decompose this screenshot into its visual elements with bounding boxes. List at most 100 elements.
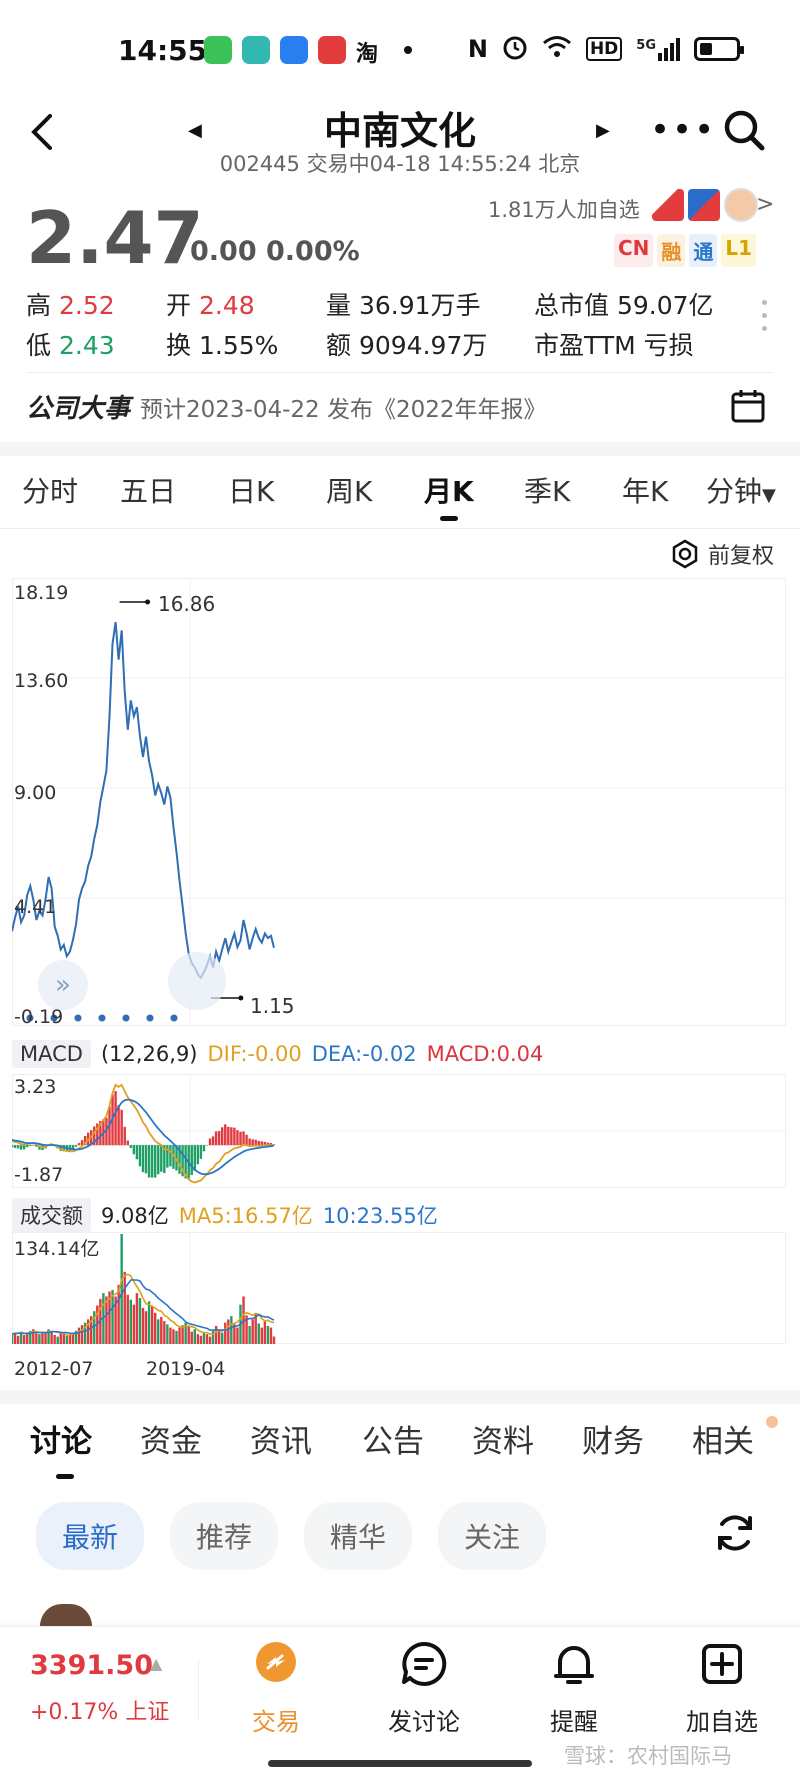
- macd-bar: [120, 1109, 123, 1146]
- status-dot-icon: [404, 46, 412, 54]
- alarm-icon: [502, 34, 528, 64]
- macd-bar: [147, 1145, 151, 1178]
- macd-bar: [221, 1127, 224, 1146]
- volume-bar: [44, 1332, 47, 1344]
- volume-bar: [272, 1336, 276, 1344]
- macd-tag[interactable]: MACD: [12, 1040, 91, 1068]
- more-stats-icon[interactable]: [762, 300, 768, 339]
- tab-discuss[interactable]: 讨论: [30, 1416, 92, 1461]
- bell-icon: [550, 1640, 598, 1688]
- stock-tags: CN 融 通 L1: [614, 234, 757, 267]
- filter-following[interactable]: 关注: [438, 1502, 547, 1570]
- macd-bar: [114, 1091, 117, 1146]
- nfc-icon: N: [467, 35, 488, 63]
- drag-handle-icon[interactable]: [168, 952, 226, 1010]
- filter-recommended[interactable]: 推荐: [170, 1502, 279, 1570]
- volume-bar: [59, 1333, 62, 1344]
- amount-ma5: MA5:16.57亿: [178, 1204, 313, 1228]
- macd-bar: [169, 1145, 172, 1167]
- adjust-icon: [672, 539, 698, 569]
- tab-minute[interactable]: 分钟▼: [706, 470, 776, 510]
- filter-featured[interactable]: 精华: [304, 1502, 413, 1570]
- avatar[interactable]: [40, 1604, 92, 1626]
- status-bar: 14:55 淘 N HD 5G: [0, 0, 800, 100]
- home-indicator[interactable]: [268, 1760, 532, 1767]
- index-value[interactable]: 3391.50: [30, 1650, 153, 1681]
- tab-intraday[interactable]: 分时: [22, 470, 78, 510]
- tag-margin: 融: [657, 234, 686, 267]
- taobao-app-icon: 淘: [356, 42, 379, 67]
- volume-bar: [263, 1321, 267, 1344]
- tab-yearly-k[interactable]: 年K: [622, 470, 668, 510]
- tab-quarterly-k[interactable]: 季K: [524, 470, 570, 510]
- refresh-icon[interactable]: [712, 1510, 758, 1556]
- discussion-tabs: 讨论 资金 资讯 公告 资料 财务 相关: [0, 1416, 800, 1480]
- volume-bar: [181, 1325, 184, 1344]
- max-price-label: 16.86: [158, 592, 216, 616]
- macd-bar: [230, 1127, 233, 1146]
- followers-count[interactable]: 1.81万人加自选: [488, 194, 640, 224]
- remind-button[interactable]: 提醒: [514, 1640, 634, 1737]
- adjust-button[interactable]: 前复权: [670, 538, 774, 570]
- post-discussion-button[interactable]: 发讨论: [364, 1640, 484, 1737]
- volume-bar: [169, 1327, 172, 1344]
- volume-bar: [266, 1325, 270, 1344]
- volume-bar: [144, 1311, 148, 1344]
- index-change[interactable]: +0.17% 上证: [30, 1694, 169, 1726]
- tab-daily-k[interactable]: 日K: [228, 470, 274, 510]
- macd-bar: [144, 1145, 148, 1174]
- open-value: 2.48: [198, 291, 255, 320]
- y-tick-2: 13.60: [14, 670, 69, 692]
- next-stock-icon[interactable]: ▶: [596, 120, 610, 141]
- add-watchlist-button[interactable]: 加自选: [662, 1640, 782, 1737]
- follower-logos[interactable]: [652, 188, 758, 222]
- tab-capital[interactable]: 资金: [140, 1416, 202, 1461]
- chevron-right-icon[interactable]: >: [756, 192, 774, 217]
- macd-header[interactable]: MACD (12,26,9) DIF:-0.00 DEA:-0.02 MACD:…: [12, 1040, 543, 1068]
- macd-dea: DEA:-0.02: [311, 1042, 417, 1066]
- expand-left-icon[interactable]: »: [38, 960, 88, 1010]
- tab-weekly-k[interactable]: 周K: [326, 470, 372, 510]
- volume-bar: [132, 1304, 136, 1344]
- watermark: 雪球：农村国际马: [564, 1744, 732, 1768]
- trade-button[interactable]: 交易: [216, 1640, 336, 1737]
- tab-minute-label: 分钟: [706, 475, 763, 508]
- volume-bar: [236, 1327, 239, 1344]
- tab-related[interactable]: 相关: [692, 1416, 754, 1461]
- calendar-icon[interactable]: [730, 388, 766, 424]
- macd-value: MACD:0.04: [426, 1042, 544, 1066]
- company-event[interactable]: 公司大事 预计2023-04-22 发布《2022年年报》: [26, 388, 547, 425]
- stats-col-4: 总市值 59.07亿 市盈TTM 亏损: [534, 286, 714, 366]
- macd-bar: [132, 1145, 136, 1155]
- remind-label: 提醒: [550, 1708, 598, 1736]
- search-icon[interactable]: [722, 108, 766, 152]
- divider: [0, 528, 800, 529]
- y-tick-bottom: -0.19: [14, 1006, 64, 1028]
- tab-5day[interactable]: 五日: [120, 470, 176, 510]
- macd-bar: [239, 1131, 242, 1146]
- volume-bar: [123, 1271, 126, 1344]
- trade-icon: [252, 1640, 300, 1688]
- tab-news[interactable]: 资讯: [250, 1416, 312, 1461]
- tab-announcements[interactable]: 公告: [362, 1416, 424, 1461]
- max-marker-dot: [145, 599, 151, 605]
- more-icon[interactable]: •••: [650, 110, 716, 150]
- tab-profile[interactable]: 资料: [472, 1416, 534, 1461]
- status-time: 14:55: [118, 34, 208, 67]
- amount-header[interactable]: 成交额 9.08亿 MA5:16.57亿 10:23.55亿: [12, 1198, 438, 1232]
- macd-bar: [13, 1145, 17, 1149]
- caret-down-icon: ▼: [762, 485, 776, 506]
- macd-bar: [257, 1140, 260, 1146]
- filter-latest[interactable]: 最新: [36, 1502, 145, 1570]
- macd-bar: [138, 1145, 142, 1167]
- amount-tag[interactable]: 成交额: [12, 1198, 91, 1232]
- tab-finance[interactable]: 财务: [582, 1416, 644, 1461]
- volume-bar: [214, 1325, 218, 1344]
- volume-bar: [65, 1335, 69, 1344]
- low-label: 低: [26, 331, 52, 360]
- tab-monthly-k[interactable]: 月K: [424, 470, 474, 510]
- wifi-icon: [542, 35, 572, 63]
- macd-y-top: 3.23: [14, 1076, 57, 1098]
- macd-bar: [242, 1131, 245, 1146]
- macd-bar: [135, 1145, 139, 1160]
